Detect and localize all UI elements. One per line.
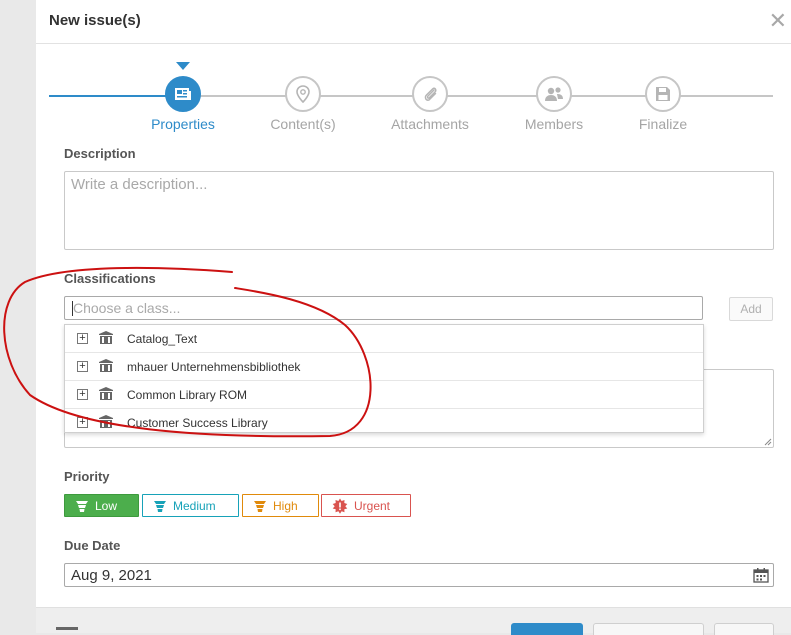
priority-filter-icon	[76, 500, 88, 512]
due-date-label: Due Date	[64, 538, 121, 553]
description-placeholder: Write a description...	[71, 176, 208, 193]
dialog-header: New issue(s) ✕	[36, 0, 791, 44]
step-label: Content(s)	[270, 116, 336, 132]
new-issue-dialog: New issue(s) ✕ Properties Content(s) Att…	[36, 0, 791, 635]
list-item[interactable]: + mhauer Unternehmensbibliothek	[65, 353, 703, 381]
dialog-footer	[36, 607, 791, 635]
paperclip-icon	[412, 76, 448, 112]
priority-filter-icon	[154, 500, 166, 512]
step-attachments[interactable]: Attachments	[380, 76, 480, 132]
priority-high-button[interactable]: High	[242, 494, 319, 517]
library-icon	[99, 359, 113, 372]
expand-icon[interactable]: +	[77, 333, 88, 344]
list-item[interactable]: + Catalog_Text	[65, 325, 703, 353]
list-item[interactable]: + Customer Success Library	[65, 409, 703, 436]
close-icon[interactable]: ✕	[769, 10, 787, 32]
priority-alert-icon	[332, 498, 348, 514]
description-textarea[interactable]: Write a description...	[64, 171, 774, 250]
expand-icon[interactable]: +	[77, 361, 88, 372]
properties-icon	[165, 76, 201, 112]
text-caret	[72, 301, 73, 316]
menu-icon[interactable]	[56, 627, 78, 630]
step-label: Finalize	[638, 116, 688, 132]
primary-button[interactable]	[511, 623, 583, 635]
classification-search-input[interactable]: Choose a class...	[64, 296, 703, 320]
list-item-label: Catalog_Text	[127, 332, 198, 346]
expand-icon[interactable]: +	[77, 389, 88, 400]
due-date-input[interactable]: Aug 9, 2021	[64, 563, 774, 587]
add-classification-button[interactable]: Add	[729, 297, 773, 321]
priority-label: Priority	[64, 469, 110, 484]
priority-low-label: Low	[95, 498, 118, 513]
expand-icon[interactable]: +	[77, 417, 88, 428]
due-date-value: Aug 9, 2021	[71, 567, 152, 584]
classification-dropdown: + Catalog_Text + mhauer Unternehmensbibl…	[64, 324, 704, 433]
step-label: Members	[524, 116, 584, 132]
library-icon	[99, 415, 113, 428]
save-icon	[645, 76, 681, 112]
step-finalize[interactable]: Finalize	[613, 76, 713, 132]
location-pin-icon	[285, 76, 321, 112]
current-step-marker	[176, 62, 190, 70]
step-contents[interactable]: Content(s)	[253, 76, 353, 132]
list-item-label: Customer Success Library	[127, 416, 268, 430]
priority-filter-icon	[254, 500, 266, 512]
priority-urgent-button[interactable]: Urgent	[321, 494, 411, 517]
list-item-label: Common Library ROM	[127, 388, 248, 402]
library-icon	[99, 387, 113, 400]
secondary-button[interactable]	[593, 623, 704, 635]
priority-low-button[interactable]: Low	[64, 494, 139, 517]
wizard-stepper: Properties Content(s) Attachments Member…	[36, 50, 791, 140]
description-label: Description	[64, 146, 136, 161]
resize-handle-icon[interactable]	[764, 438, 772, 446]
members-icon	[536, 76, 572, 112]
cancel-button[interactable]	[714, 623, 774, 635]
priority-medium-label: Medium	[173, 498, 216, 513]
dialog-title: New issue(s)	[49, 12, 141, 29]
step-label: Properties	[151, 116, 215, 132]
calendar-icon[interactable]	[753, 567, 769, 583]
classifications-label: Classifications	[64, 271, 156, 286]
priority-urgent-label: Urgent	[354, 498, 391, 513]
step-label: Attachments	[391, 116, 469, 132]
step-members[interactable]: Members	[504, 76, 604, 132]
priority-medium-button[interactable]: Medium	[142, 494, 239, 517]
list-item[interactable]: + Common Library ROM	[65, 381, 703, 409]
list-item-label: mhauer Unternehmensbibliothek	[127, 360, 301, 374]
library-icon	[99, 331, 113, 344]
classification-placeholder: Choose a class...	[73, 300, 181, 316]
priority-high-label: High	[273, 498, 298, 513]
step-properties[interactable]: Properties	[133, 76, 233, 132]
